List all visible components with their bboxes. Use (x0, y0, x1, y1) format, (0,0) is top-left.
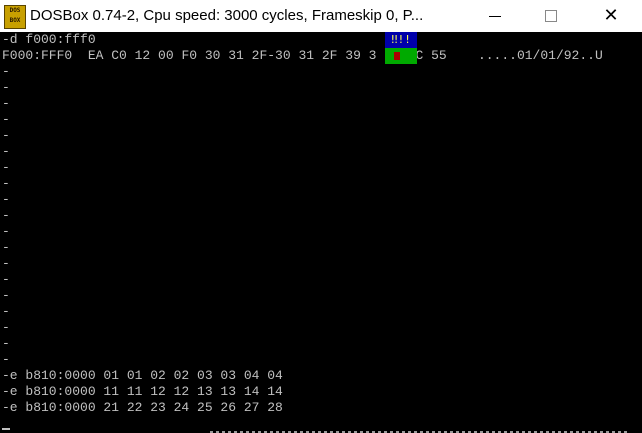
empty-prompt: - (2, 144, 10, 159)
debug-command-line: -d f000:fff0 (2, 32, 96, 47)
empty-prompt: - (2, 208, 10, 223)
green-color-block (385, 48, 417, 64)
empty-prompt: - (2, 304, 10, 319)
empty-prompt: - (2, 64, 10, 79)
dosbox-window: DOS BOX DOSBox 0.74-2, Cpu speed: 3000 c… (0, 0, 642, 433)
edit-command-line: -e b810:0000 01 01 02 02 03 03 04 04 (2, 368, 283, 383)
empty-prompt: - (2, 352, 10, 367)
blue-color-block: ‼!! (385, 32, 417, 48)
minimize-icon (489, 15, 501, 17)
empty-prompt: - (2, 128, 10, 143)
memory-dump-line: F000:FFF0 EA C0 12 00 F0 30 31 2F-30 31 … (2, 48, 603, 64)
empty-prompt: - (2, 320, 10, 335)
close-button[interactable]: ✕ (588, 0, 634, 32)
edit-command-line: -e b810:0000 21 22 23 24 25 26 27 28 (2, 400, 283, 415)
dosbox-icon-label: DOS BOX (9, 7, 21, 24)
empty-prompt: - (2, 80, 10, 95)
empty-prompt: - (2, 176, 10, 191)
empty-prompt: - (2, 96, 10, 111)
empty-prompt: - (2, 240, 10, 255)
empty-prompt: - (2, 288, 10, 303)
empty-prompt: - (2, 192, 10, 207)
maximize-button[interactable] (528, 0, 574, 32)
maximize-icon (545, 10, 557, 22)
title-bar[interactable]: DOS BOX DOSBox 0.74-2, Cpu speed: 3000 c… (0, 0, 642, 32)
dos-screen[interactable]: -d f000:fff0 F000:FFF0 EA C0 12 00 F0 30… (0, 32, 642, 433)
empty-prompt: - (2, 112, 10, 127)
close-icon: ✕ (603, 5, 619, 26)
window-title: DOSBox 0.74-2, Cpu speed: 3000 cycles, F… (30, 7, 424, 24)
minimize-button[interactable] (472, 0, 518, 32)
empty-prompt: - (2, 224, 10, 239)
dump-bytes-left: EA C0 12 00 F0 30 31 2F-30 31 2F 39 3 (87, 48, 377, 63)
dump-ascii: .....01/01/92..U (477, 48, 603, 63)
empty-prompt: - (2, 336, 10, 351)
empty-prompt: - (2, 160, 10, 175)
dosbox-icon[interactable]: DOS BOX (4, 5, 26, 29)
red-color-chip (394, 52, 400, 60)
empty-prompt: - (2, 272, 10, 287)
edit-command-line: -e b810:0000 11 11 12 12 13 13 14 14 (2, 384, 283, 399)
empty-prompt: - (2, 256, 10, 271)
text-cursor (2, 428, 10, 430)
dump-address: F000:FFF0 (2, 48, 73, 63)
